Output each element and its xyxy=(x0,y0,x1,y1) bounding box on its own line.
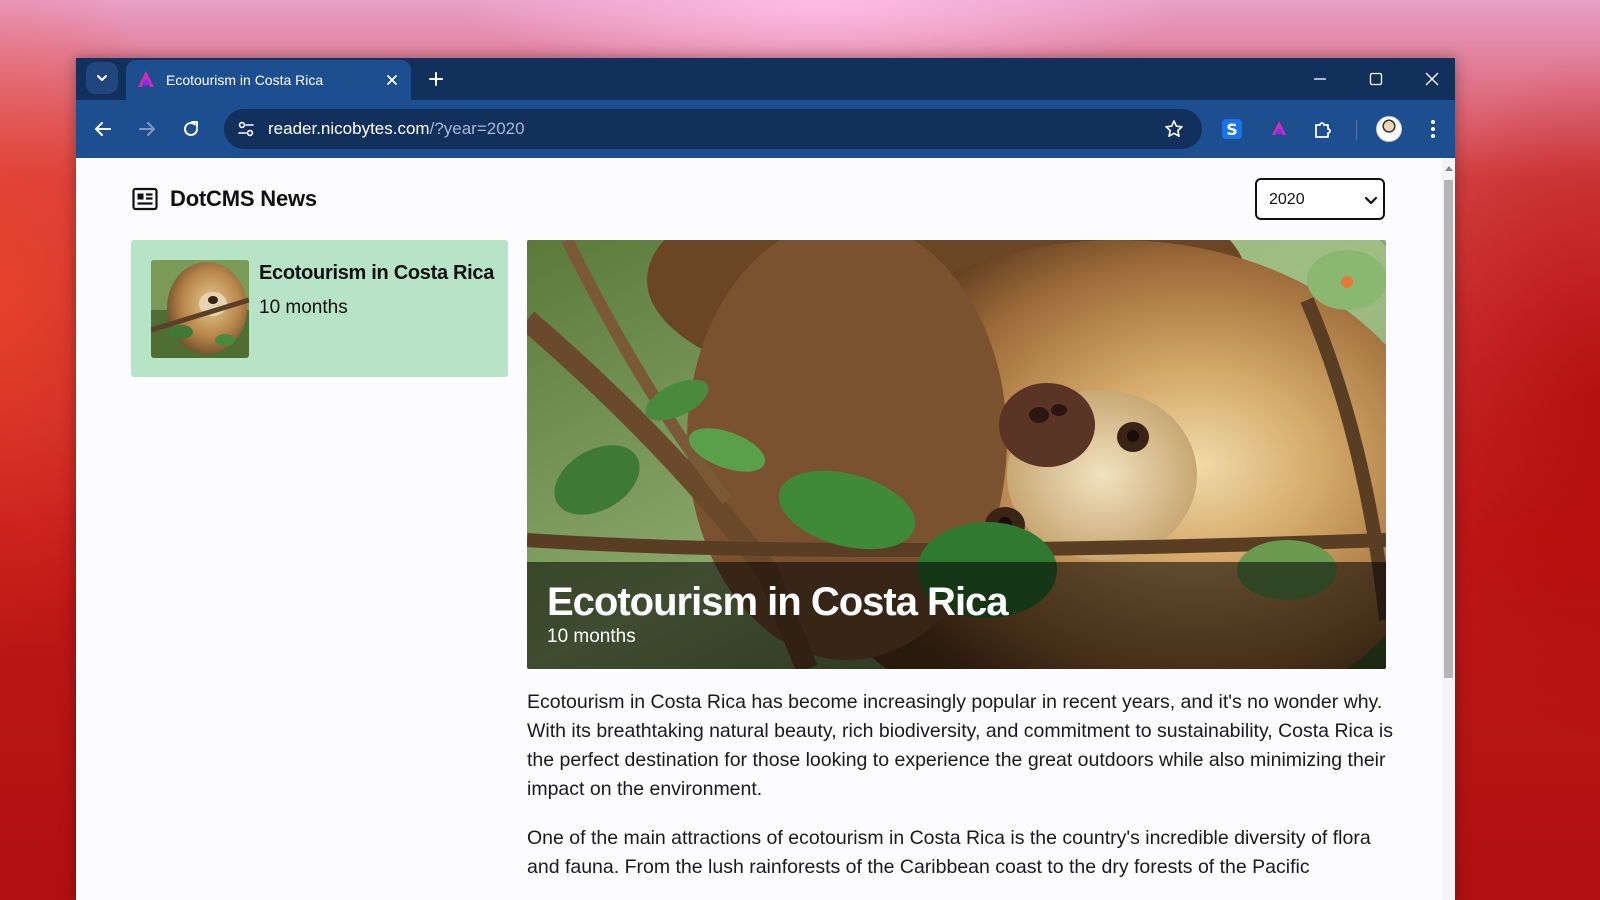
article-list-item[interactable]: Ecotourism in Costa Rica 10 months xyxy=(131,240,508,377)
bookmark-button[interactable] xyxy=(1162,117,1186,141)
scrollbar-thumb[interactable] xyxy=(1444,180,1453,678)
back-button[interactable] xyxy=(88,114,118,144)
maximize-button[interactable] xyxy=(1361,64,1391,94)
tab-strip: Ecotourism in Costa Rica xyxy=(76,58,1455,100)
article-thumbnail xyxy=(151,260,249,358)
minimize-icon xyxy=(1314,78,1326,80)
forward-button[interactable] xyxy=(132,114,162,144)
site-info-button[interactable] xyxy=(226,109,266,149)
app-extension-icon xyxy=(1272,121,1286,135)
star-icon xyxy=(1165,120,1183,137)
kebab-menu-icon xyxy=(1431,120,1435,138)
profile-avatar[interactable] xyxy=(1376,116,1402,142)
chevron-down-icon xyxy=(97,75,107,81)
tab-close-button[interactable] xyxy=(383,71,401,89)
app-extension-button[interactable] xyxy=(1264,114,1294,144)
article-list-title: Ecotourism in Costa Rica xyxy=(259,262,495,284)
article-paragraph: Ecotourism in Costa Rica has become incr… xyxy=(527,691,1393,800)
site-brand[interactable]: DotCMS News xyxy=(132,186,317,212)
extensions-button[interactable] xyxy=(1308,114,1338,144)
brand-title: DotCMS News xyxy=(170,186,317,211)
tab-search-button[interactable] xyxy=(86,62,118,94)
browser-window: Ecotourism in Costa Rica reader.nicobyte… xyxy=(76,58,1455,900)
minimize-button[interactable] xyxy=(1305,64,1335,94)
year-select[interactable]: 2020 xyxy=(1255,178,1385,220)
reload-icon xyxy=(184,121,198,136)
reload-button[interactable] xyxy=(176,114,206,144)
close-icon xyxy=(387,75,397,85)
tab-title: Ecotourism in Costa Rica xyxy=(166,72,324,88)
address-bar[interactable]: reader.nicobytes.com/?year=2020 xyxy=(224,109,1202,149)
newspaper-icon xyxy=(132,187,158,211)
page-scrollbar[interactable] xyxy=(1442,158,1455,900)
arrow-right-icon xyxy=(139,122,155,136)
browser-toolbar: reader.nicobytes.com/?year=2020 S xyxy=(76,100,1455,158)
s-extension-icon[interactable]: S xyxy=(1222,119,1242,139)
plus-icon xyxy=(429,72,443,86)
toolbar-divider xyxy=(1356,120,1357,140)
article-paragraph: One of the main attractions of ecotouris… xyxy=(527,827,1371,878)
close-window-button[interactable] xyxy=(1417,64,1447,94)
page-content: DotCMS News 2020 Ecotourism in Costa Ric… xyxy=(76,158,1442,900)
url-host: reader.nicobytes.com xyxy=(268,119,430,138)
hero-age: 10 months xyxy=(547,626,636,647)
scroll-up-arrow-icon[interactable] xyxy=(1445,166,1453,171)
new-tab-button[interactable] xyxy=(424,67,448,91)
url-text: reader.nicobytes.com/?year=2020 xyxy=(268,119,525,139)
puzzle-icon xyxy=(1315,122,1331,138)
article-list-age: 10 months xyxy=(259,297,348,318)
tune-icon xyxy=(238,121,254,137)
hero-title: Ecotourism in Costa Rica xyxy=(547,580,1009,624)
hero-image: Ecotourism in Costa Rica 10 months xyxy=(527,240,1386,669)
browser-menu-button[interactable] xyxy=(1418,114,1448,144)
url-path: /?year=2020 xyxy=(429,119,525,138)
maximize-icon xyxy=(1369,72,1383,86)
article-body: Ecotourism in Costa Rica has become incr… xyxy=(527,688,1397,900)
app-favicon-icon xyxy=(138,71,154,87)
arrow-left-icon xyxy=(95,122,111,136)
browser-tab-active[interactable]: Ecotourism in Costa Rica xyxy=(126,60,411,100)
close-icon xyxy=(1425,72,1439,86)
